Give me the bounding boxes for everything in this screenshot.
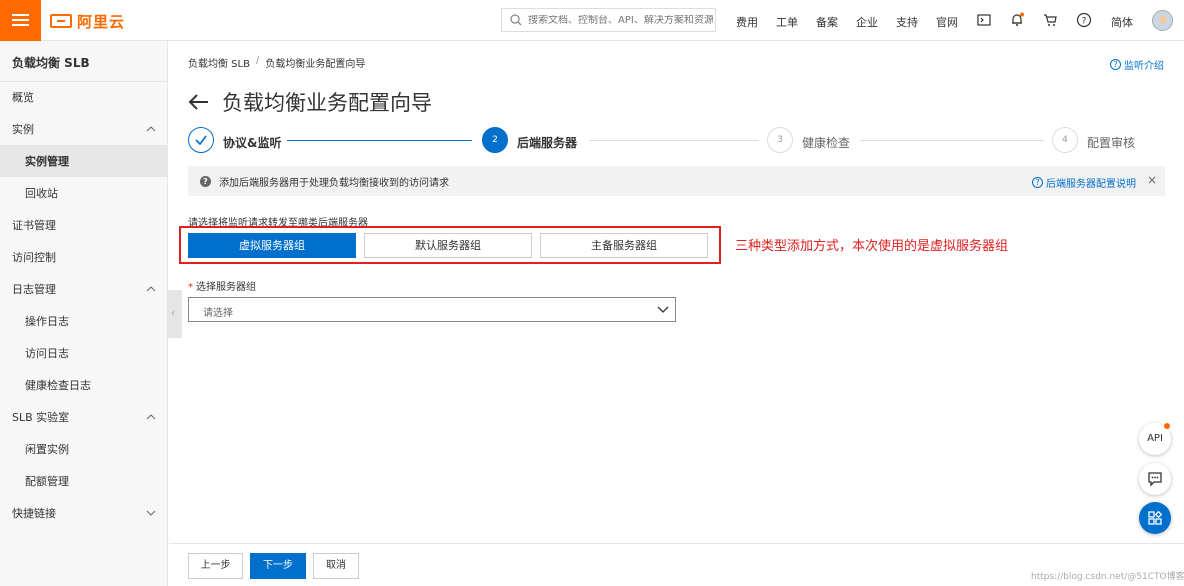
sidebar-item-certificates[interactable]: 证书管理 <box>0 209 168 241</box>
sidebar-item-operation-logs[interactable]: 操作日志 <box>0 305 168 337</box>
step-4-todo: 4 <box>1052 127 1078 153</box>
sidebar-item-overview[interactable]: 概览 <box>0 81 168 113</box>
apps-float-button[interactable] <box>1139 502 1171 534</box>
question-icon: ? <box>1110 59 1121 70</box>
bell-icon[interactable] <box>1009 12 1025 28</box>
back-arrow-icon[interactable] <box>188 92 210 112</box>
info-banner: ? 添加后端服务器用于处理负载均衡接收到的访问请求 ? 后端服务器配置说明 × <box>188 166 1165 196</box>
step-1-label: 协议&监听 <box>223 136 282 150</box>
breadcrumb-item-wizard: 负载均衡业务配置向导 <box>265 59 366 70</box>
logo-mark-icon <box>50 14 72 28</box>
sidebar-item-quick-links[interactable]: 快捷链接 <box>0 497 168 529</box>
sidebar-item-slb-lab[interactable]: SLB 实验室 <box>0 401 168 433</box>
server-group-select[interactable]: 请选择 <box>188 297 676 322</box>
step-2-label: 后端服务器 <box>517 136 578 150</box>
menu-icon[interactable] <box>0 0 41 41</box>
cart-icon[interactable] <box>1043 12 1059 28</box>
step-connector <box>589 140 759 141</box>
listener-help-link[interactable]: ? 监听介绍 <box>1110 57 1164 72</box>
step-3-label: 健康检查 <box>802 136 851 150</box>
apps-icon <box>1148 510 1163 525</box>
info-text: 添加后端服务器用于处理负载均衡接收到的访问请求 <box>219 177 449 189</box>
notification-dot <box>1164 423 1170 429</box>
breadcrumb-item-slb[interactable]: 负载均衡 SLB <box>188 55 250 70</box>
step-3-todo: 3 <box>767 127 793 153</box>
aliyun-logo[interactable]: 阿里云 <box>50 11 125 31</box>
main-content: 负载均衡 SLB / 负载均衡业务配置向导 ? 监听介绍 负载均衡业务配置向导 … <box>169 41 1184 586</box>
cancel-button[interactable]: 取消 <box>313 553 359 579</box>
server-type-primary-backup-group[interactable]: 主备服务器组 <box>540 233 708 258</box>
question-icon: ? <box>200 175 211 187</box>
step-2-current: 2 <box>482 127 508 153</box>
page-title: 负载均衡业务配置向导 <box>222 91 432 115</box>
watermark: https://blog.csdn.net/@51CTO博客 <box>1031 572 1184 582</box>
page-header: 负载均衡业务配置向导 <box>188 87 432 117</box>
nav-icp[interactable]: 备案 <box>816 14 838 30</box>
sidebar-item-health-check-logs[interactable]: 健康检查日志 <box>0 369 168 401</box>
sidebar-item-idle-instances[interactable]: 闲置实例 <box>0 433 168 465</box>
sidebar-item-instance-management[interactable]: 实例管理 <box>0 145 168 177</box>
close-icon[interactable]: × <box>1147 173 1157 187</box>
check-icon <box>195 135 207 146</box>
nav-support[interactable]: 支持 <box>896 14 918 30</box>
chevron-up-icon <box>146 286 156 292</box>
sidebar-item-logs[interactable]: 日志管理 <box>0 273 168 305</box>
nav-website[interactable]: 官网 <box>936 14 958 30</box>
sidebar-title: 负载均衡 SLB <box>12 56 90 70</box>
sidebar-item-access-control[interactable]: 访问控制 <box>0 241 168 273</box>
step-connector <box>287 140 472 141</box>
server-type-default-group[interactable]: 默认服务器组 <box>364 233 532 258</box>
breadcrumb: 负载均衡 SLB / 负载均衡业务配置向导 <box>188 55 365 70</box>
nav-tickets[interactable]: 工单 <box>776 14 798 30</box>
server-group-label: * 选择服务器组 <box>188 282 256 293</box>
language-switch[interactable]: 简体 <box>1111 14 1133 30</box>
search-box[interactable] <box>501 8 716 32</box>
sidebar-item-quota[interactable]: 配额管理 <box>0 465 168 497</box>
svg-text:?: ? <box>1082 17 1087 27</box>
chevron-down-icon <box>146 510 156 516</box>
search-input[interactable] <box>528 14 713 26</box>
chat-icon <box>1148 472 1162 487</box>
help-icon[interactable]: ? <box>1076 12 1092 28</box>
sidebar: 负载均衡 SLB 概览 实例 实例管理 回收站 证书管理 访问控制 日志管理 操… <box>0 41 168 586</box>
nav-enterprise[interactable]: 企业 <box>856 14 878 30</box>
terminal-icon[interactable] <box>976 12 992 28</box>
api-float-button[interactable]: API <box>1139 423 1171 455</box>
search-icon <box>510 14 522 26</box>
server-type-virtual-group[interactable]: 虚拟服务器组 <box>188 233 356 258</box>
avatar[interactable] <box>1152 10 1173 31</box>
step-connector <box>860 140 1044 141</box>
chat-float-button[interactable] <box>1139 463 1171 495</box>
step-4-label: 配置审核 <box>1087 136 1136 150</box>
chevron-up-icon <box>146 414 156 420</box>
backend-config-help-link[interactable]: ? 后端服务器配置说明 <box>1032 175 1136 190</box>
prev-step-button[interactable]: 上一步 <box>188 553 243 579</box>
top-bar: 阿里云 费用 工单 备案 企业 支持 官网 ? 简体 <box>0 0 1184 41</box>
sidebar-item-access-logs[interactable]: 访问日志 <box>0 337 168 369</box>
sidebar-item-recycle-bin[interactable]: 回收站 <box>0 177 168 209</box>
breadcrumb-separator: / <box>255 55 260 66</box>
chevron-up-icon <box>146 126 156 132</box>
next-step-button[interactable]: 下一步 <box>250 553 306 579</box>
chevron-down-icon <box>657 306 669 313</box>
annotation-text: 三种类型添加方式，本次使用的是虚拟服务器组 <box>735 239 1009 254</box>
required-mark: * <box>188 282 193 293</box>
sidebar-item-instances[interactable]: 实例 <box>0 113 168 145</box>
question-icon: ? <box>1032 177 1043 188</box>
nav-fees[interactable]: 费用 <box>736 14 758 30</box>
step-1-done <box>188 127 214 153</box>
